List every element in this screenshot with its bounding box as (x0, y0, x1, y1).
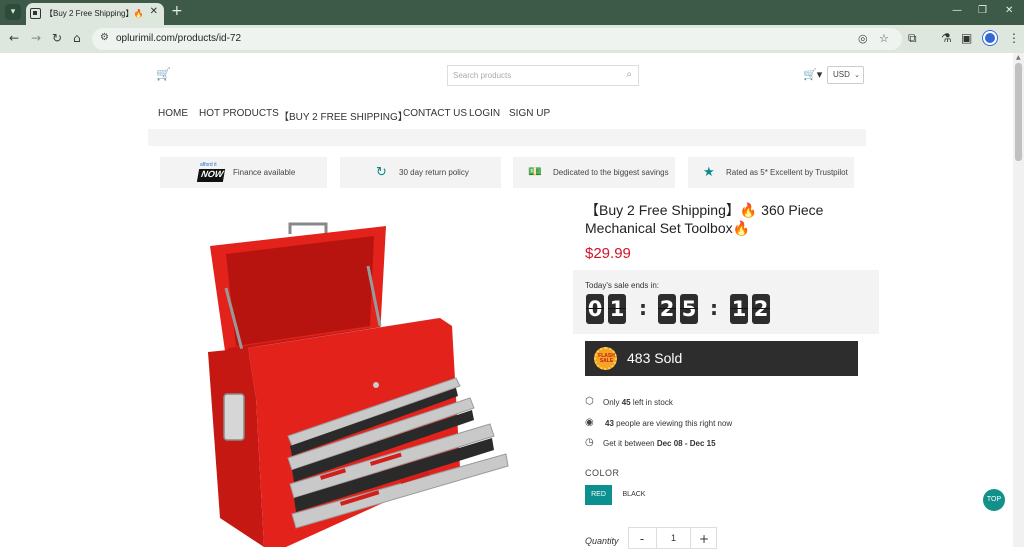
nav-hot-products[interactable]: HOT PRODUCTS (199, 108, 279, 119)
scroll-thumb[interactable] (1015, 63, 1022, 161)
feature-finance: Finance available (160, 157, 327, 188)
quantity-stepper: - 1 + (628, 527, 717, 549)
viewers-suffix: people are viewing this right now (616, 419, 733, 428)
new-tab-button[interactable]: + (171, 3, 183, 19)
cart-icon[interactable]: 🛒▾ (803, 68, 822, 81)
delivery-info: ◷ Get it between Dec 08 - Dec 15 (585, 437, 716, 448)
feature-trustpilot: ★ Rated as 5* Excellent by Trustpilot (688, 157, 854, 188)
minimize-button[interactable]: — (952, 5, 962, 16)
countdown-digit: 2 (658, 294, 676, 324)
stock-count: 45 (621, 398, 631, 407)
stock-suffix: left in stock (632, 398, 673, 407)
browser-tab[interactable]: 【Buy 2 Free Shipping】🔥 360 P ✕ (26, 3, 164, 25)
extensions-icon[interactable]: ⧉ (908, 31, 917, 46)
browser-toolbar: ← → ↻ ⌂ ⚙ oplurimil.com/products/id-72 ◎… (0, 25, 1024, 53)
forward-icon[interactable]: → (31, 31, 41, 45)
currency-select[interactable]: USD ⌄ (827, 66, 864, 84)
feature-savings: 💵 Dedicated to the biggest savings (513, 157, 675, 188)
announcement-band (148, 129, 866, 146)
nav-home[interactable]: HOME (158, 108, 188, 119)
site-favicon-icon (30, 8, 41, 19)
maximize-button[interactable]: ❐ (978, 5, 987, 16)
countdown-digit: 2 (752, 294, 770, 324)
chevron-down-icon: ⌄ (854, 71, 860, 79)
scroll-up-icon[interactable]: ▲ (1016, 54, 1021, 61)
nav-login[interactable]: LOGIN (469, 108, 500, 119)
star-icon: ★ (703, 165, 715, 180)
countdown-digit: 1 (608, 294, 626, 324)
site-settings-icon[interactable]: ⚙ (100, 32, 109, 43)
feature-finance-text: Finance available (233, 168, 296, 177)
search-box: ⌕ (447, 65, 639, 86)
back-to-top-button[interactable]: TOP (983, 489, 1005, 511)
feature-savings-text: Dedicated to the biggest savings (553, 168, 669, 177)
countdown-separator: : (639, 296, 647, 320)
color-option-red[interactable]: RED (585, 485, 612, 505)
page-scrollbar[interactable]: ▲ (1013, 53, 1024, 547)
product-image[interactable] (190, 218, 520, 547)
profile-avatar[interactable] (983, 31, 997, 45)
nav-sign-up[interactable]: SIGN UP (509, 108, 550, 119)
delivery-prefix: Get it between (603, 439, 655, 448)
delivery-range: Dec 08 - Dec 15 (656, 439, 716, 448)
quantity-input[interactable]: 1 (656, 528, 691, 548)
back-icon[interactable]: ← (9, 31, 19, 45)
countdown-separator: : (710, 296, 718, 320)
menu-kebab-icon[interactable]: ⋮ (1008, 31, 1020, 45)
reload-icon[interactable]: ↻ (52, 31, 62, 45)
color-label: COLOR (585, 468, 620, 478)
tab-title: 【Buy 2 Free Shipping】🔥 360 P (45, 9, 145, 18)
address-bar[interactable]: ⚙ oplurimil.com/products/id-72 ◎ ☆ (92, 28, 902, 50)
clock-icon: ◷ (585, 437, 594, 448)
afford-it-label: afford it (200, 162, 217, 168)
countdown-digit: 0 (586, 294, 604, 324)
eye-icon: ◉ (585, 417, 594, 428)
close-window-button[interactable]: ✕ (1005, 5, 1013, 16)
countdown-label: Today's sale ends in: (585, 281, 660, 290)
tab-list-button[interactable]: ▾ (5, 4, 21, 20)
home-icon[interactable]: ⌂ (73, 31, 81, 45)
product-title: 【Buy 2 Free Shipping】🔥 360 Piece Mechani… (585, 202, 824, 236)
currency-value: USD (833, 70, 850, 79)
refresh-icon: ↻ (376, 165, 387, 180)
product-price: $29.99 (585, 245, 631, 262)
lab-icon[interactable]: ⚗ (941, 31, 952, 45)
tracking-off-icon[interactable]: ◎ (858, 32, 868, 45)
flash-sale-badge: FLASH SALE (594, 347, 617, 370)
box-icon: ⬡ (585, 396, 594, 407)
browser-tab-bar: ▾ 【Buy 2 Free Shipping】🔥 360 P ✕ + — ❐ ✕ (0, 0, 1024, 25)
color-option-black[interactable]: BLACK (617, 485, 651, 505)
now-label: NOW (200, 169, 225, 179)
countdown-panel: Today's sale ends in: 0 1 : 2 5 : 1 2 (573, 270, 879, 334)
stock-info: ⬡ Only 45 left in stock (585, 396, 673, 407)
flash-sale-label: FLASH SALE (598, 353, 615, 364)
money-icon: 💵 (528, 165, 542, 178)
feature-returns: ↻ 30 day return policy (340, 157, 501, 188)
afford-it-now-logo: afford it NOW (196, 162, 226, 182)
quantity-increase-button[interactable]: + (691, 532, 717, 546)
countdown-digit: 5 (680, 294, 698, 324)
store-logo[interactable]: 🛒 (156, 67, 171, 81)
viewers-info: ◉ 43 people are viewing this right now (585, 417, 733, 428)
quantity-label: Quantity (585, 536, 619, 546)
viewers-count: 43 (605, 419, 614, 428)
countdown-digit: 1 (730, 294, 748, 324)
nav-buy-2-free-shipping[interactable]: 【BUY 2 FREE SHIPPING】 (279, 108, 408, 123)
sold-banner: FLASH SALE 483 Sold (585, 341, 858, 376)
tab-close-icon[interactable]: ✕ (150, 6, 158, 17)
feature-trustpilot-text: Rated as 5* Excellent by Trustpilot (726, 168, 848, 177)
search-input[interactable] (448, 66, 618, 85)
search-icon[interactable]: ⌕ (626, 69, 632, 80)
stock-prefix: Only (603, 398, 620, 407)
feature-returns-text: 30 day return policy (399, 168, 469, 177)
side-panel-icon[interactable]: ▣ (961, 31, 972, 45)
sold-count: 483 Sold (627, 350, 683, 366)
url-text[interactable]: oplurimil.com/products/id-72 (116, 33, 241, 44)
nav-contact-us[interactable]: CONTACT US (403, 108, 467, 119)
bookmark-star-icon[interactable]: ☆ (879, 32, 889, 45)
quantity-decrease-button[interactable]: - (629, 532, 655, 546)
